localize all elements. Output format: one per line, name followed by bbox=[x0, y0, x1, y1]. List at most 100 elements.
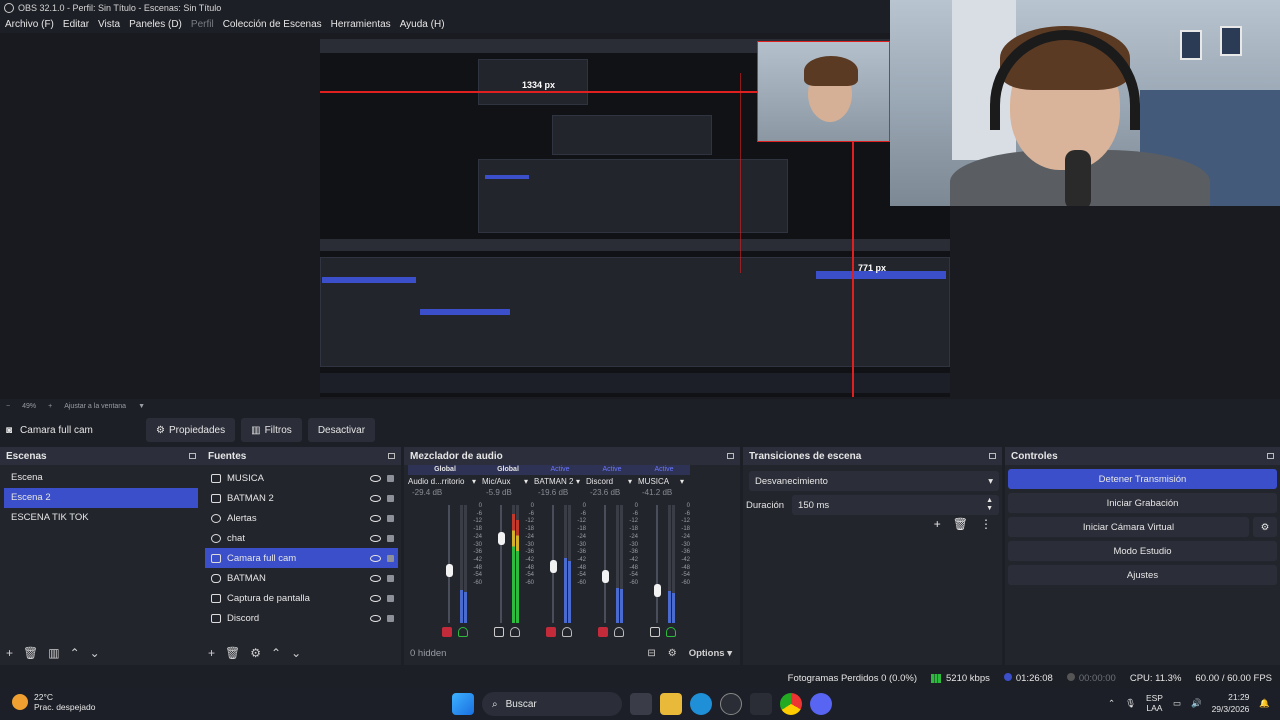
discord-icon[interactable] bbox=[810, 693, 832, 715]
scene-item[interactable]: ESCENA TIK TOK bbox=[4, 508, 198, 528]
source-item[interactable]: Discord bbox=[205, 608, 398, 628]
notification-bell-icon[interactable]: 🔔 bbox=[1259, 698, 1270, 709]
volume-icon[interactable]: 🔊 bbox=[1191, 698, 1202, 709]
channel-name-row[interactable]: BATMAN 2 ▾ bbox=[534, 477, 586, 486]
start-recording-button[interactable]: Iniciar Grabación bbox=[1008, 493, 1277, 513]
visibility-eye-icon[interactable] bbox=[370, 554, 381, 562]
lock-icon[interactable] bbox=[387, 614, 394, 622]
settings-button[interactable]: Ajustes bbox=[1008, 565, 1277, 585]
source-item[interactable]: chat bbox=[205, 528, 398, 548]
volume-fader-knob[interactable] bbox=[549, 560, 557, 574]
microphone-icon[interactable]: 🎙 bbox=[1125, 698, 1136, 709]
preview-canvas[interactable]: 1334 px 771 px bbox=[0, 0, 1280, 399]
menu-coleccion-escenas[interactable]: Colección de Escenas bbox=[220, 19, 325, 30]
clock[interactable]: 21:29 29/3/2026 bbox=[1212, 691, 1250, 715]
move-down-icon[interactable]: ⌄ bbox=[90, 646, 100, 660]
channel-name-row[interactable]: Discord ▾ bbox=[586, 477, 638, 486]
volume-fader-track[interactable] bbox=[656, 505, 658, 623]
channel-name-row[interactable]: Audio d...rritorio ▾ bbox=[408, 477, 482, 486]
chrome-icon[interactable] bbox=[780, 693, 802, 715]
undock-icon[interactable] bbox=[727, 453, 734, 459]
volume-fader-knob[interactable] bbox=[601, 569, 609, 583]
spin-arrows-icon[interactable]: ▲ ▼ bbox=[986, 497, 993, 513]
channel-name-row[interactable]: Mic/Aux ▾ bbox=[482, 477, 534, 486]
transition-select[interactable]: Desvanecimiento ▾ bbox=[749, 471, 999, 491]
source-item[interactable]: Alertas bbox=[205, 508, 398, 528]
undock-icon[interactable] bbox=[1267, 453, 1274, 459]
undock-icon[interactable] bbox=[189, 453, 196, 459]
menu-paneles[interactable]: Paneles (D) bbox=[126, 19, 185, 30]
zoom-fit-label[interactable]: Ajustar a la ventana bbox=[64, 403, 126, 410]
lock-icon[interactable] bbox=[387, 574, 394, 582]
volume-fader-knob[interactable] bbox=[653, 583, 661, 597]
muted-speaker-icon[interactable] bbox=[546, 627, 556, 637]
source-item[interactable]: Captura de pantalla bbox=[205, 588, 398, 608]
visibility-eye-icon[interactable] bbox=[370, 474, 381, 482]
channel-menu-icon[interactable]: ▾ bbox=[680, 477, 684, 486]
visibility-eye-icon[interactable] bbox=[370, 494, 381, 502]
edge-browser-icon[interactable] bbox=[690, 693, 712, 715]
muted-speaker-icon[interactable] bbox=[598, 627, 608, 637]
muted-speaker-icon[interactable] bbox=[442, 627, 452, 637]
remove-source-icon[interactable]: 🗑 bbox=[225, 646, 240, 660]
channel-menu-icon[interactable]: ▾ bbox=[472, 477, 476, 486]
visibility-eye-icon[interactable] bbox=[370, 514, 381, 522]
speaker-icon[interactable] bbox=[494, 627, 504, 637]
lock-icon[interactable] bbox=[387, 494, 394, 502]
lock-icon[interactable] bbox=[387, 594, 394, 602]
remove-scene-icon[interactable]: 🗑 bbox=[23, 646, 38, 660]
menu-archivo[interactable]: Archivo (F) bbox=[2, 19, 57, 30]
layout-toggle-icon[interactable]: ⊟ bbox=[647, 648, 655, 659]
volume-fader-knob[interactable] bbox=[445, 563, 453, 577]
channel-menu-icon[interactable]: ▾ bbox=[628, 477, 632, 486]
headphone-monitor-icon[interactable] bbox=[666, 627, 676, 637]
scene-item[interactable]: Escena bbox=[4, 468, 198, 488]
file-explorer-icon[interactable] bbox=[660, 693, 682, 715]
task-view-icon[interactable] bbox=[630, 693, 652, 715]
channel-name-row[interactable]: MUSICA ▾ bbox=[638, 477, 690, 486]
filters-button[interactable]: ▥ Filtros bbox=[241, 418, 302, 442]
menu-herramientas[interactable]: Herramientas bbox=[328, 19, 394, 30]
source-item[interactable]: MUSICA bbox=[205, 468, 398, 488]
source-item-active[interactable]: Camara full cam bbox=[205, 548, 398, 568]
menu-ayuda[interactable]: Ayuda (H) bbox=[397, 19, 448, 30]
channel-menu-icon[interactable]: ▾ bbox=[576, 477, 580, 486]
scene-filters-icon[interactable]: ▥ bbox=[48, 646, 59, 660]
headphone-monitor-icon[interactable] bbox=[510, 627, 520, 637]
virtual-camera-settings-icon[interactable]: ⚙ bbox=[1253, 517, 1277, 537]
advanced-audio-icon[interactable]: ⚙ bbox=[668, 648, 677, 659]
lock-icon[interactable] bbox=[387, 514, 394, 522]
obs-app-icon[interactable] bbox=[720, 693, 742, 715]
scene-item-active[interactable]: Escena 2 bbox=[4, 488, 198, 508]
deactivate-button[interactable]: Desactivar bbox=[307, 418, 376, 442]
capcut-icon[interactable] bbox=[750, 693, 772, 715]
duration-input[interactable]: 150 ms ▲ ▼ bbox=[792, 495, 999, 515]
channel-menu-icon[interactable]: ▾ bbox=[524, 477, 528, 486]
start-virtual-camera-button[interactable]: Iniciar Cámara Virtual bbox=[1008, 517, 1249, 537]
volume-fader-knob[interactable] bbox=[497, 532, 505, 546]
taskbar-search[interactable]: ⌕ Buscar bbox=[482, 692, 622, 716]
network-icon[interactable]: ▭ bbox=[1173, 698, 1181, 709]
windows-start-icon[interactable] bbox=[452, 693, 474, 715]
headphone-monitor-icon[interactable] bbox=[614, 627, 624, 637]
more-options-icon[interactable]: ⋮ bbox=[980, 517, 992, 531]
weather-widget[interactable]: 22°C Prac. despejado bbox=[12, 692, 95, 712]
remove-transition-icon[interactable]: 🗑 bbox=[953, 517, 968, 531]
zoom-dropdown-icon[interactable]: ▼ bbox=[138, 403, 145, 410]
stop-streaming-button[interactable]: Detener Transmisión bbox=[1008, 469, 1277, 489]
visibility-eye-icon[interactable] bbox=[370, 574, 381, 582]
headphone-monitor-icon[interactable] bbox=[458, 627, 468, 637]
properties-button[interactable]: ⚙ Propiedades bbox=[146, 418, 236, 442]
webcam-source-selected[interactable] bbox=[757, 41, 890, 142]
visibility-eye-icon[interactable] bbox=[370, 534, 381, 542]
add-scene-icon[interactable]: + bbox=[6, 646, 13, 660]
lock-icon[interactable] bbox=[387, 554, 394, 562]
source-properties-gear-icon[interactable]: ⚙ bbox=[250, 646, 261, 660]
menu-vista[interactable]: Vista bbox=[95, 19, 123, 30]
add-source-icon[interactable]: + bbox=[208, 646, 215, 660]
language-indicator[interactable]: ESP LAA bbox=[1146, 693, 1163, 713]
move-down-icon[interactable]: ⌄ bbox=[291, 646, 301, 660]
tray-chevron-icon[interactable]: ⌃ bbox=[1108, 698, 1115, 709]
undock-icon[interactable] bbox=[989, 453, 996, 459]
zoom-out-icon[interactable]: − bbox=[6, 403, 10, 410]
